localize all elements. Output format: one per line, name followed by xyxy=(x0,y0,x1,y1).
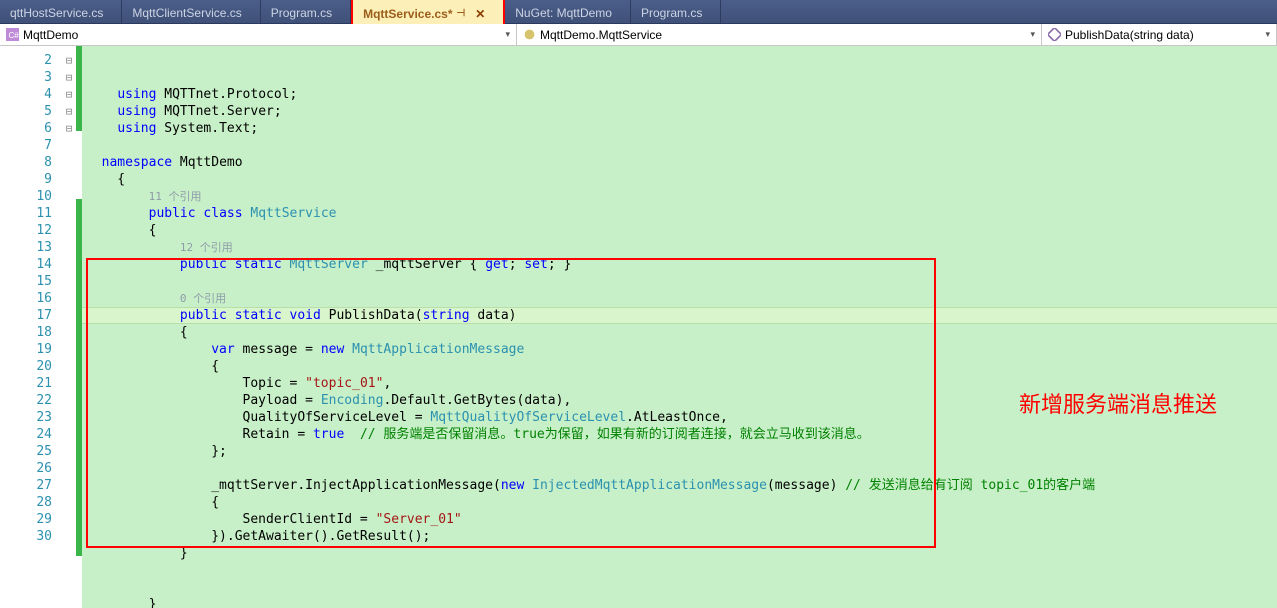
tab-bar: qttHostService.cs MqttClientService.cs Pro… xyxy=(0,0,1277,24)
code-line[interactable]: using MQTTnet.Server; xyxy=(82,103,1277,120)
code-line[interactable]: }).GetAwaiter().GetResult(); xyxy=(82,528,1277,545)
nav-member-label: PublishData(string data) xyxy=(1065,28,1194,42)
line-number: 3 xyxy=(0,69,52,86)
code-line[interactable]: Topic = "topic_01", xyxy=(82,375,1277,392)
class-icon xyxy=(523,28,536,41)
tab-program-cs[interactable]: Program.cs xyxy=(631,0,721,23)
line-number: 21 xyxy=(0,375,52,392)
code-line[interactable]: { xyxy=(82,358,1277,375)
code-line[interactable]: } xyxy=(82,596,1277,608)
annotation-label: 新增服务端消息推送 xyxy=(1019,396,1217,413)
line-number: 5 xyxy=(0,103,52,120)
line-number-gutter: 2345678910111213141516171819202122232425… xyxy=(0,46,62,608)
code-line[interactable]: 11 个引用 xyxy=(82,188,1277,205)
fold-toggle[interactable]: ⊟ xyxy=(62,103,76,120)
line-number: 9 xyxy=(0,171,52,188)
tab-program-cs[interactable]: Program.cs xyxy=(261,0,351,23)
tab-label: NuGet: MqttDemo xyxy=(515,6,612,20)
line-number: 10 xyxy=(0,188,52,205)
fold-toggle[interactable]: ⊟ xyxy=(62,52,76,69)
svg-text:C#: C# xyxy=(8,31,19,40)
code-line[interactable]: SenderClientId = "Server_01" xyxy=(82,511,1277,528)
line-number: 24 xyxy=(0,426,52,443)
nav-project-label: MqttDemo xyxy=(23,28,78,42)
code-line[interactable]: { xyxy=(82,222,1277,239)
close-icon[interactable]: ✕ xyxy=(475,7,485,21)
line-number: 19 xyxy=(0,341,52,358)
code-line[interactable] xyxy=(82,579,1277,596)
line-number: 28 xyxy=(0,494,52,511)
code-line[interactable] xyxy=(82,137,1277,154)
code-line[interactable]: using System.Text; xyxy=(82,120,1277,137)
code-line[interactable]: public class MqttService xyxy=(82,205,1277,222)
line-number: 11 xyxy=(0,205,52,222)
code-line[interactable]: { xyxy=(82,324,1277,341)
code-area[interactable]: using MQTTnet.Protocol; using MQTTnet.Se… xyxy=(82,46,1277,608)
line-number: 27 xyxy=(0,477,52,494)
tab-qtthostservice-cs[interactable]: qttHostService.cs xyxy=(0,0,122,23)
nav-bar: C# MqttDemo ▾ MqttDemo.MqttService ▾ Pub… xyxy=(0,24,1277,46)
tab-label: Program.cs xyxy=(271,6,332,20)
tab-label: qttHostService.cs xyxy=(10,6,103,20)
line-number: 2 xyxy=(0,52,52,69)
csharp-project-icon: C# xyxy=(6,28,19,41)
method-icon xyxy=(1048,28,1061,41)
code-editor[interactable]: 2345678910111213141516171819202122232425… xyxy=(0,46,1277,608)
pin-icon[interactable]: ⊣ xyxy=(456,8,465,19)
line-number: 25 xyxy=(0,443,52,460)
tab-mqttservice-cs-[interactable]: MqttService.cs* ⊣ ✕ xyxy=(351,0,505,24)
line-number: 12 xyxy=(0,222,52,239)
line-number: 22 xyxy=(0,392,52,409)
line-number: 4 xyxy=(0,86,52,103)
fold-toggle[interactable]: ⊟ xyxy=(62,120,76,137)
code-line[interactable] xyxy=(82,460,1277,477)
chevron-down-icon: ▾ xyxy=(1265,29,1270,40)
line-number: 29 xyxy=(0,511,52,528)
nav-class-dropdown[interactable]: MqttDemo.MqttService ▾ xyxy=(517,24,1042,45)
code-line[interactable]: } xyxy=(82,545,1277,562)
folding-gutter[interactable]: ⊟⊟⊟⊟⊟ xyxy=(62,46,76,608)
nav-member-dropdown[interactable]: PublishData(string data) ▾ xyxy=(1042,24,1277,45)
line-number: 17 xyxy=(0,307,52,324)
tab-label: MqttService.cs* xyxy=(363,7,452,21)
line-number: 15 xyxy=(0,273,52,290)
fold-toggle[interactable]: ⊟ xyxy=(62,86,76,103)
code-line[interactable]: using MQTTnet.Protocol; xyxy=(82,86,1277,103)
code-line[interactable]: 12 个引用 xyxy=(82,239,1277,256)
line-number: 30 xyxy=(0,528,52,545)
code-line[interactable]: { xyxy=(82,494,1277,511)
line-number: 6 xyxy=(0,120,52,137)
nav-project-dropdown[interactable]: C# MqttDemo ▾ xyxy=(0,24,517,45)
line-number: 14 xyxy=(0,256,52,273)
code-line[interactable]: { xyxy=(82,171,1277,188)
code-line[interactable]: }; xyxy=(82,443,1277,460)
code-line[interactable] xyxy=(82,562,1277,579)
code-line[interactable]: public static MqttServer _mqttServer { g… xyxy=(82,256,1277,273)
tab-mqttclientservice-cs[interactable]: MqttClientService.cs xyxy=(122,0,260,23)
line-number: 16 xyxy=(0,290,52,307)
chevron-down-icon: ▾ xyxy=(1030,29,1035,40)
nav-class-label: MqttDemo.MqttService xyxy=(540,28,662,42)
tab-label: MqttClientService.cs xyxy=(132,6,241,20)
code-line[interactable]: _mqttServer.InjectApplicationMessage(new… xyxy=(82,477,1277,494)
line-number: 26 xyxy=(0,460,52,477)
line-number: 13 xyxy=(0,239,52,256)
code-line[interactable]: 0 个引用 xyxy=(82,290,1277,307)
fold-toggle[interactable]: ⊟ xyxy=(62,69,76,86)
code-line[interactable]: Retain = true // 服务端是否保留消息。true为保留，如果有新的… xyxy=(82,426,1277,443)
code-line[interactable]: namespace MqttDemo xyxy=(82,154,1277,171)
line-number: 23 xyxy=(0,409,52,426)
line-number: 18 xyxy=(0,324,52,341)
chevron-down-icon: ▾ xyxy=(505,29,510,40)
code-line[interactable] xyxy=(82,273,1277,290)
code-line[interactable]: var message = new MqttApplicationMessage xyxy=(82,341,1277,358)
tab-nuget--mqttdemo[interactable]: NuGet: MqttDemo xyxy=(505,0,631,23)
line-number: 20 xyxy=(0,358,52,375)
tab-label: Program.cs xyxy=(641,6,702,20)
line-number: 7 xyxy=(0,137,52,154)
code-line[interactable]: public static void PublishData(string da… xyxy=(82,307,1277,324)
line-number: 8 xyxy=(0,154,52,171)
